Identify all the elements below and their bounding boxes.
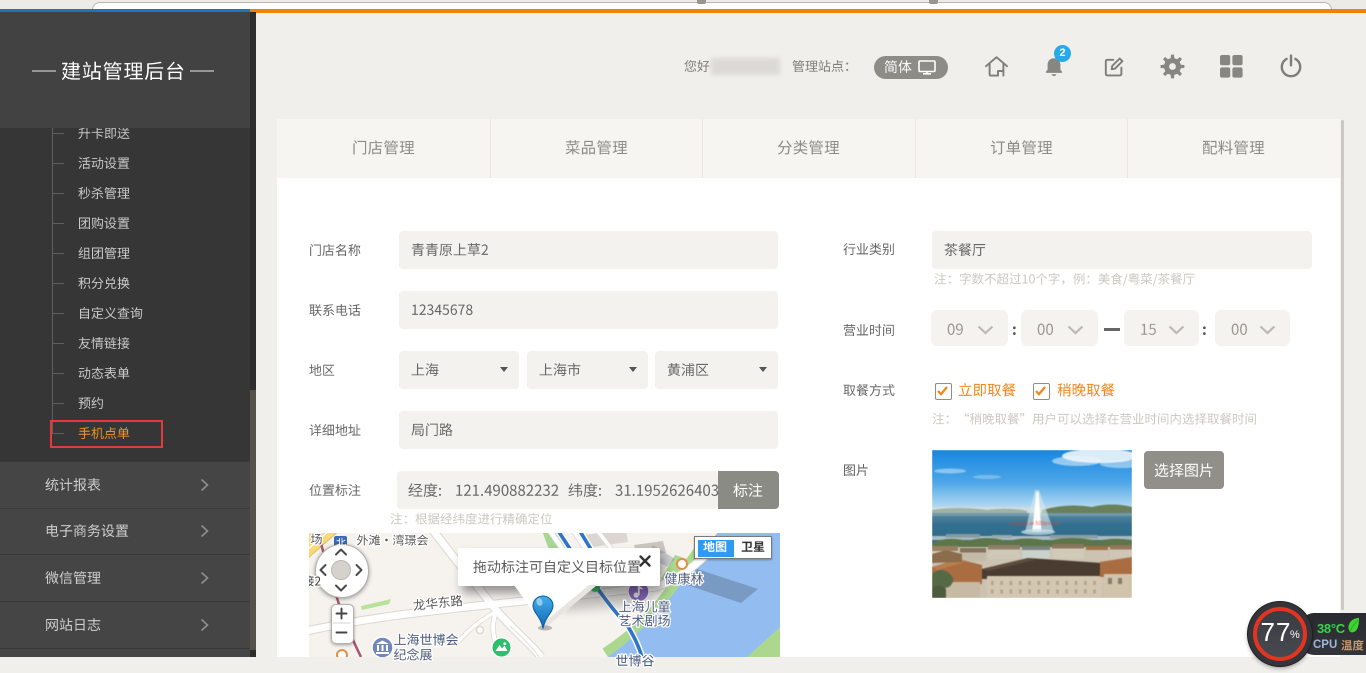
svg-text:shangh.ai 500px.me: shangh.ai 500px.me bbox=[1010, 521, 1060, 527]
